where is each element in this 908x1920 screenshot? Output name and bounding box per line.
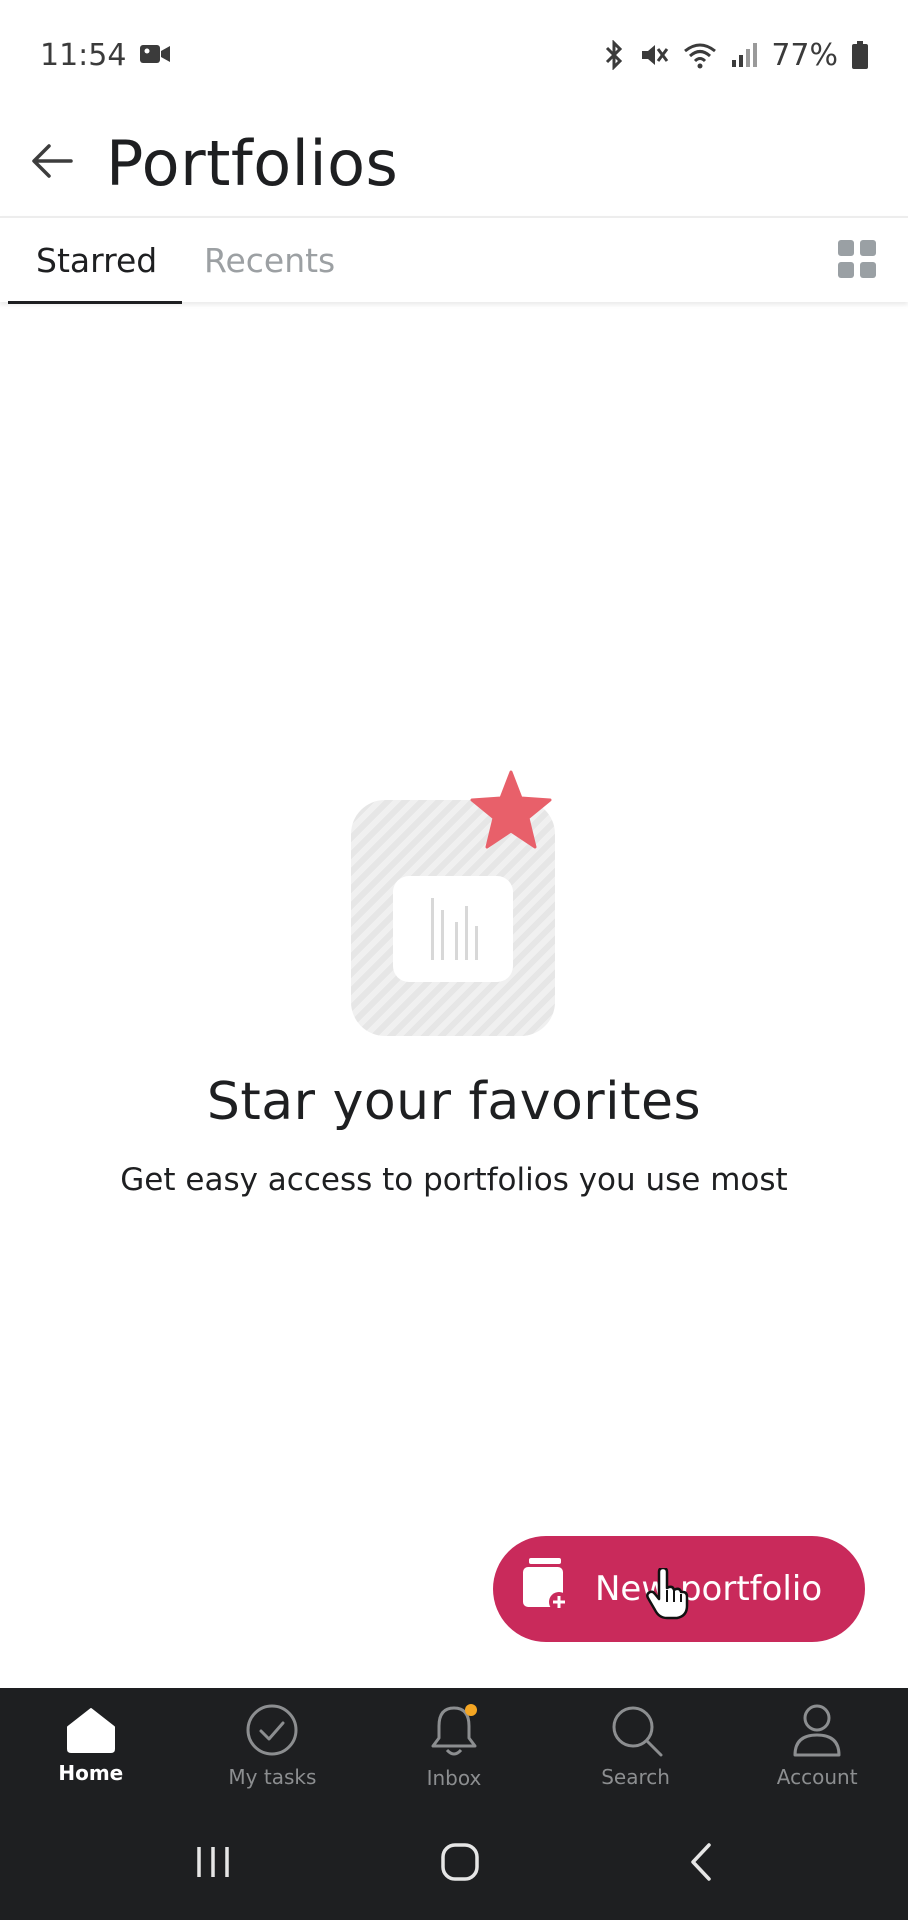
bottom-navigation: Home My tasks Inbox Search Account <box>0 1688 908 1804</box>
nav-label: Search <box>601 1765 670 1789</box>
grid-cell <box>860 240 876 256</box>
grid-view-icon[interactable] <box>838 240 878 280</box>
recent-apps-button[interactable] <box>195 1845 231 1879</box>
mute-icon <box>639 40 669 70</box>
new-portfolio-icon <box>523 1557 569 1621</box>
home-system-button[interactable] <box>441 1843 479 1881</box>
signal-icon <box>731 42 758 68</box>
status-right: 77% <box>603 38 868 73</box>
nav-label: Inbox <box>426 1766 482 1790</box>
grid-cell <box>838 240 854 256</box>
tab-recents[interactable]: Recents <box>182 218 363 302</box>
home-icon <box>65 1707 117 1753</box>
nav-label: My tasks <box>228 1765 317 1789</box>
empty-state: Star your favorites Get easy access to p… <box>0 770 908 1198</box>
system-navigation <box>0 1804 908 1920</box>
portfolios-screen: 11:54 77% Portfolios Starred Recents Sta… <box>0 0 908 1920</box>
tab-label: Recents <box>204 240 336 280</box>
nav-item-account[interactable]: Account <box>726 1688 908 1804</box>
grid-cell <box>860 262 876 278</box>
new-portfolio-label: New portfolio <box>595 1569 823 1609</box>
battery-icon <box>852 41 868 69</box>
wifi-icon <box>683 41 717 69</box>
search-icon <box>609 1703 663 1757</box>
portfolio-illustration <box>349 770 559 1040</box>
bar-chart-icon <box>393 876 513 982</box>
battery-percent: 77% <box>771 37 838 73</box>
back-system-button[interactable] <box>689 1843 713 1881</box>
page-title: Portfolios <box>106 126 399 200</box>
nav-item-search[interactable]: Search <box>545 1688 727 1804</box>
check-circle-icon <box>245 1703 299 1757</box>
status-left: 11:54 <box>40 37 171 73</box>
empty-state-subtitle: Get easy access to portfolios you use mo… <box>120 1162 788 1198</box>
nav-item-home[interactable]: Home <box>0 1688 182 1804</box>
status-bar: 11:54 77% <box>0 0 908 110</box>
nav-label: Home <box>58 1761 124 1785</box>
bell-icon <box>427 1702 481 1758</box>
tab-starred[interactable]: Starred <box>8 218 182 304</box>
empty-state-title: Star your favorites <box>206 1072 702 1132</box>
nav-label: Account <box>776 1765 858 1789</box>
star-icon <box>469 770 553 856</box>
tab-label: Starred <box>36 240 158 280</box>
hand-cursor-icon <box>645 1566 689 1624</box>
video-camera-icon <box>140 38 171 73</box>
arrow-left-icon <box>31 143 73 183</box>
person-icon <box>790 1703 844 1757</box>
bluetooth-icon <box>603 40 625 70</box>
nav-item-my-tasks[interactable]: My tasks <box>182 1688 364 1804</box>
back-button[interactable] <box>0 110 104 216</box>
app-bar: Portfolios <box>0 110 908 216</box>
grid-cell <box>838 262 854 278</box>
tab-bar: Starred Recents <box>0 216 908 304</box>
nav-item-inbox[interactable]: Inbox <box>363 1688 545 1804</box>
status-time: 11:54 <box>40 37 127 73</box>
